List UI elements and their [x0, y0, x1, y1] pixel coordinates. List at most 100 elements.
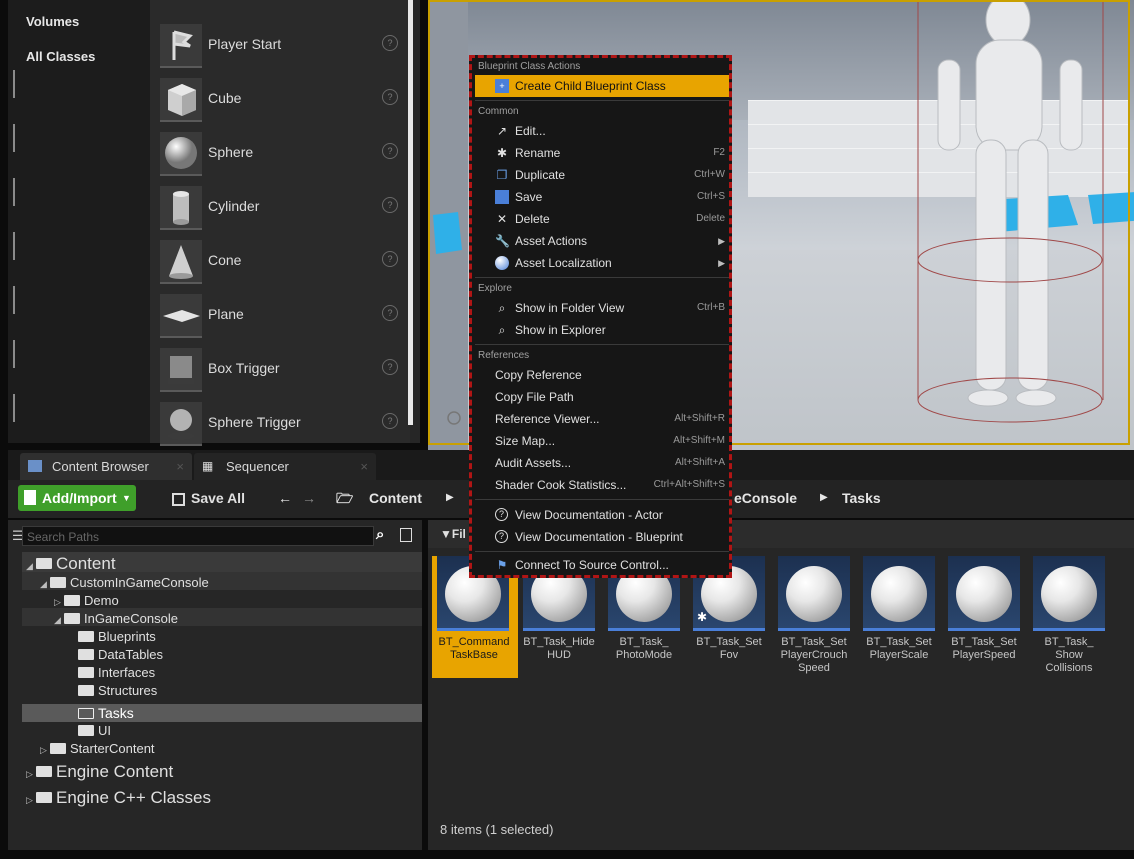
tree-item-ingameconsole[interactable]: ◢ InGameConsole	[54, 611, 178, 626]
menu-item-shader-cook-statistics[interactable]: Shader Cook Statistics... Ctrl+Alt+Shift+…	[475, 474, 729, 496]
tree-item-content[interactable]: ◢ Content	[26, 554, 116, 574]
submenu-arrow-icon: ▶	[718, 258, 725, 268]
menu-item-audit-assets[interactable]: Audit Assets... Alt+Shift+A	[475, 452, 729, 474]
tree-item-customingameconsole[interactable]: ◢ CustomInGameConsole	[40, 575, 209, 590]
asset-tile[interactable]: BT_Task_Set PlayerSpeed	[944, 556, 1024, 676]
tree-item-startercontent[interactable]: ▷ StarterContent	[40, 741, 155, 756]
menu-item-shortcut: Ctrl+B	[696, 302, 725, 313]
add-import-label: Add/Import	[42, 490, 117, 506]
menu-item-label: Asset Localization	[515, 256, 612, 270]
tree-item-label: Interfaces	[98, 665, 156, 680]
placement-item-label: Cone	[208, 252, 242, 268]
forward-button[interactable]: →	[302, 485, 316, 511]
menu-item-save[interactable]: Save Ctrl+S	[475, 186, 729, 208]
open-folder-icon	[78, 707, 94, 719]
save-all-button[interactable]: Save All	[172, 485, 245, 511]
player-start-icon	[160, 24, 202, 68]
tab-content-browser[interactable]: Content Browser ×	[20, 453, 192, 480]
tree-item-datatables[interactable]: DataTables	[78, 647, 163, 662]
menu-item-view-documentation-blueprint[interactable]: ? View Documentation - Blueprint	[475, 526, 729, 548]
placement-item-cone[interactable]: Cone ?	[150, 236, 405, 288]
edit-arrow-icon: ↗	[496, 124, 508, 138]
folder-icon	[78, 667, 94, 679]
category-volumes[interactable]: Volumes	[26, 14, 79, 29]
menu-item-size-map[interactable]: Size Map... Alt+Shift+M	[475, 430, 729, 452]
filters-button[interactable]: ▼Fil	[440, 527, 466, 541]
breadcrumb-tasks[interactable]: Tasks	[842, 485, 881, 511]
tree-item-label: Blueprints	[98, 629, 156, 644]
placement-scrollbar[interactable]	[408, 0, 413, 425]
asset-tile[interactable]: BT_Task_Set PlayerScale	[859, 556, 939, 676]
help-icon[interactable]: ?	[382, 251, 398, 267]
tab-sequencer[interactable]: ▦ Sequencer ×	[194, 453, 376, 480]
menu-item-reference-viewer[interactable]: Reference Viewer... Alt+Shift+R	[475, 408, 729, 430]
tree-item-engine-cpp-classes[interactable]: ▷ Engine C++ Classes	[26, 788, 211, 808]
asset-name-line: BT_Task_Set	[866, 636, 932, 648]
asset-name-line: Show	[1055, 649, 1083, 661]
menu-item-copy-file-path[interactable]: Copy File Path	[475, 386, 729, 408]
content-browser-icon	[28, 460, 42, 472]
placement-item-box-trigger[interactable]: Box Trigger ?	[150, 344, 405, 396]
help-icon[interactable]: ?	[382, 305, 398, 321]
tree-item-demo[interactable]: ▷ Demo	[54, 593, 119, 608]
placement-item-cube[interactable]: Cube ?	[150, 74, 405, 126]
collapsed-triangle-icon: ▷	[40, 745, 47, 755]
menu-item-asset-actions[interactable]: 🔧 Asset Actions ▶	[475, 230, 729, 252]
help-icon[interactable]: ?	[382, 413, 398, 429]
close-icon[interactable]: ×	[360, 453, 368, 480]
tree-item-engine-content[interactable]: ▷ Engine Content	[26, 762, 173, 782]
wrench-icon: 🔧	[495, 234, 510, 248]
asset-name-line: BT_Task_Hide	[523, 636, 595, 648]
tree-item-blueprints[interactable]: Blueprints	[78, 629, 156, 644]
add-import-button[interactable]: Add/Import ▼	[18, 485, 136, 511]
menu-item-asset-localization[interactable]: Asset Localization ▶	[475, 252, 729, 274]
menu-item-rename[interactable]: ✱ Rename F2	[475, 142, 729, 164]
tree-item-structures[interactable]: Structures	[78, 683, 157, 698]
menu-item-create-child-blueprint[interactable]: + Create Child Blueprint Class	[475, 75, 729, 97]
asset-tile[interactable]: BT_Task_Set PlayerCrouch Speed	[774, 556, 854, 676]
menu-item-delete[interactable]: ✕ Delete Delete	[475, 208, 729, 230]
search-paths-input[interactable]: Search Paths	[22, 526, 374, 546]
tree-item-label: Content	[56, 554, 116, 573]
menu-item-shortcut: Alt+Shift+R	[674, 413, 725, 424]
plane-icon	[160, 294, 202, 338]
placement-item-sphere-trigger[interactable]: Sphere Trigger ?	[150, 398, 405, 450]
breadcrumb-ingameconsole[interactable]: eConsole	[734, 485, 797, 511]
cube-icon	[160, 78, 202, 122]
tree-item-label: InGameConsole	[84, 611, 178, 626]
placement-item-label: Player Start	[208, 36, 282, 52]
menu-item-edit[interactable]: ↗ Edit...	[475, 120, 729, 142]
menu-item-label: Size Map...	[495, 434, 556, 448]
placement-categories: Volumes All Classes	[8, 0, 150, 443]
menu-item-show-in-explorer[interactable]: ⌕ Show in Explorer	[475, 319, 729, 341]
help-icon[interactable]: ?	[382, 35, 398, 51]
category-all-classes[interactable]: All Classes	[26, 49, 95, 64]
menu-item-connect-source-control[interactable]: ⚑ Connect To Source Control...	[475, 554, 729, 576]
placement-item-cylinder[interactable]: Cylinder ?	[150, 182, 405, 234]
view-options-icon[interactable]	[400, 528, 412, 542]
back-button[interactable]: ←	[278, 485, 292, 511]
tab-label: Content Browser	[52, 459, 149, 474]
search-icon[interactable]: ⌕	[376, 526, 384, 543]
menu-item-view-documentation-actor[interactable]: ? View Documentation - Actor	[475, 504, 729, 526]
tree-item-interfaces[interactable]: Interfaces	[78, 665, 155, 680]
placement-item-plane[interactable]: Plane ?	[150, 290, 405, 342]
expand-triangle-icon: ◢	[26, 561, 33, 571]
help-icon[interactable]: ?	[382, 89, 398, 105]
menu-item-copy-reference[interactable]: Copy Reference	[475, 364, 729, 386]
category-divider	[13, 124, 15, 152]
menu-item-duplicate[interactable]: ❐ Duplicate Ctrl+W	[475, 164, 729, 186]
asset-name: BT_Task_ Show Collisions	[1029, 636, 1109, 675]
placement-item-player-start[interactable]: Player Start ?	[150, 20, 405, 72]
save-icon	[495, 190, 509, 204]
tree-item-tasks[interactable]: Tasks	[78, 705, 134, 721]
menu-item-show-in-folder-view[interactable]: ⌕ Show in Folder View Ctrl+B	[475, 297, 729, 319]
help-icon[interactable]: ?	[382, 197, 398, 213]
help-icon[interactable]: ?	[382, 143, 398, 159]
placement-item-sphere[interactable]: Sphere ?	[150, 128, 405, 180]
help-icon[interactable]: ?	[382, 359, 398, 375]
tree-item-ui[interactable]: UI	[78, 723, 111, 738]
close-icon[interactable]: ×	[176, 453, 184, 480]
breadcrumb-content[interactable]: Content	[369, 485, 422, 511]
asset-tile[interactable]: BT_Task_ Show Collisions	[1029, 556, 1109, 676]
